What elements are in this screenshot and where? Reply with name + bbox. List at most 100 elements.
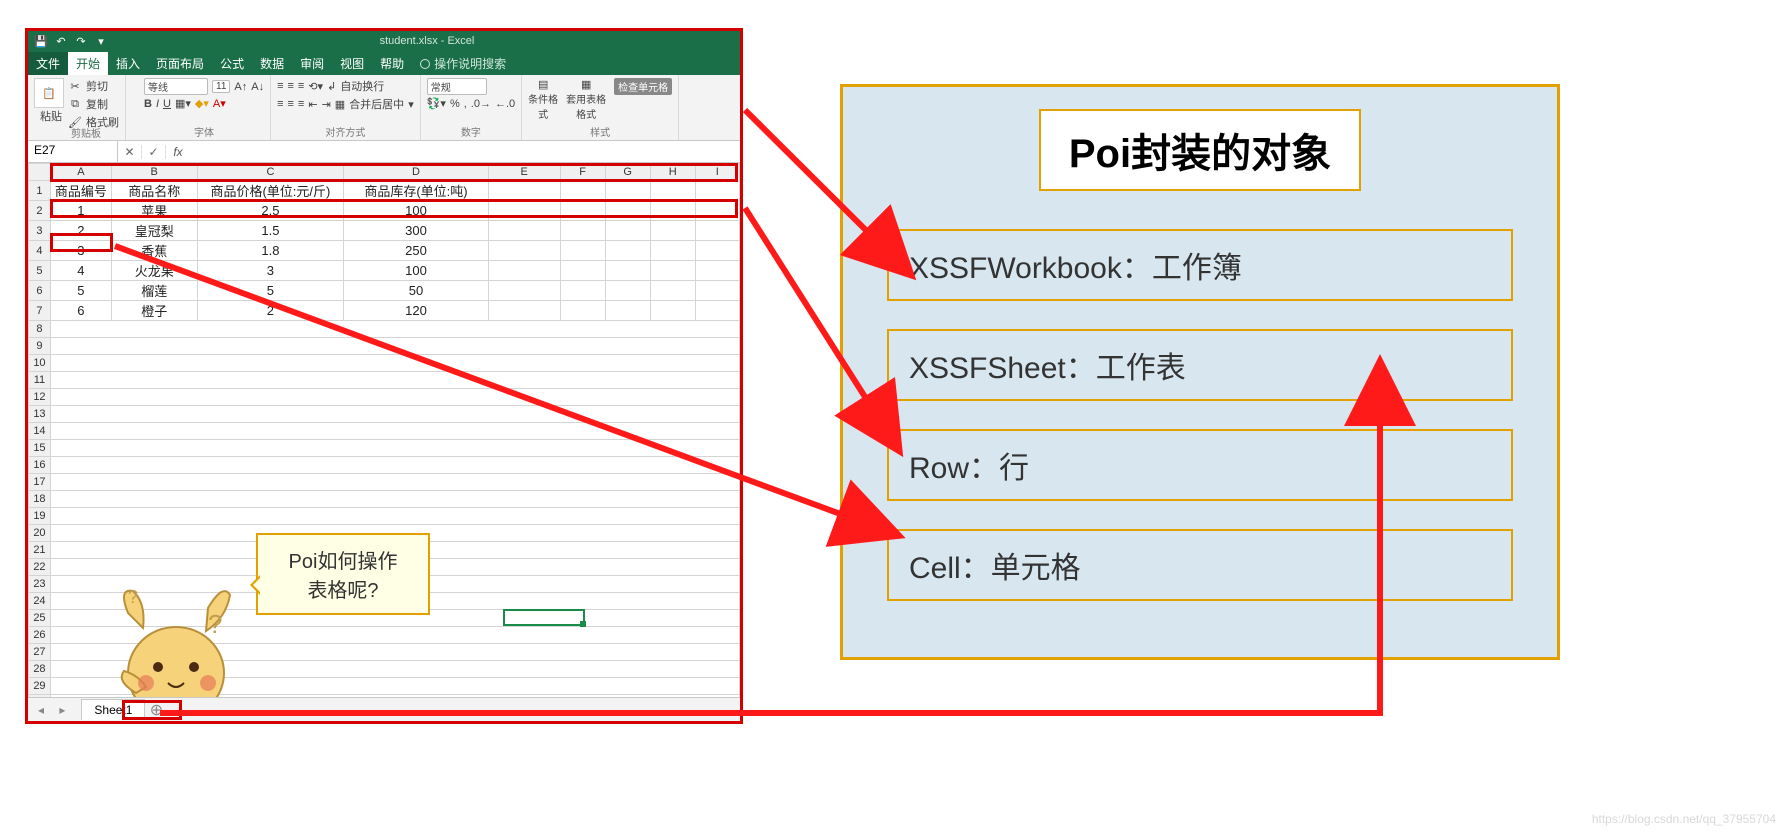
row-header[interactable]: 6	[29, 281, 51, 301]
cell[interactable]	[605, 201, 650, 221]
col-header[interactable]: H	[650, 164, 695, 181]
row-header[interactable]: 3	[29, 221, 51, 241]
row-header[interactable]: 27	[29, 644, 51, 661]
indent-left-icon[interactable]: ⇤	[308, 98, 317, 111]
cell[interactable]: 250	[344, 241, 488, 261]
cell[interactable]: 5	[197, 281, 344, 301]
paste-icon[interactable]: 📋	[34, 78, 64, 108]
cell[interactable]	[695, 181, 739, 201]
row-header[interactable]: 9	[29, 338, 51, 355]
orientation-icon[interactable]: ⟲▾	[308, 80, 323, 93]
col-header[interactable]: C	[197, 164, 344, 181]
cell[interactable]	[50, 457, 739, 474]
cell[interactable]	[560, 181, 605, 201]
col-header[interactable]: G	[605, 164, 650, 181]
cell[interactable]	[605, 241, 650, 261]
fill-color-button[interactable]: ◆▾	[195, 97, 209, 110]
cell[interactable]	[560, 281, 605, 301]
cell[interactable]: 6	[50, 301, 111, 321]
cell[interactable]	[695, 261, 739, 281]
fx-icon[interactable]: fx	[166, 145, 190, 159]
cell[interactable]	[50, 406, 739, 423]
wrap-text-button[interactable]: ↲自动换行	[327, 78, 384, 94]
align-bottom-icon[interactable]: ≡	[298, 80, 304, 92]
cell[interactable]: 50	[344, 281, 488, 301]
col-header[interactable]: D	[344, 164, 488, 181]
new-sheet-button[interactable]: ⊕	[145, 700, 167, 720]
percent-icon[interactable]: %	[450, 98, 460, 110]
merge-center-button[interactable]: ▦合并后居中▾	[335, 96, 414, 112]
tab-view[interactable]: 视图	[332, 52, 372, 75]
col-header[interactable]: I	[695, 164, 739, 181]
font-size-select[interactable]: 11	[212, 80, 230, 93]
row-header[interactable]: 4	[29, 241, 51, 261]
cell[interactable]: 商品编号	[50, 181, 111, 201]
cell[interactable]: 3	[197, 261, 344, 281]
cell[interactable]	[488, 181, 560, 201]
row-header[interactable]: 7	[29, 301, 51, 321]
cell[interactable]	[695, 281, 739, 301]
cell[interactable]	[50, 474, 739, 491]
cell[interactable]	[605, 301, 650, 321]
cell[interactable]	[605, 221, 650, 241]
redo-icon[interactable]: ↷	[74, 34, 88, 48]
increase-font-icon[interactable]: A↑	[234, 81, 247, 93]
cell[interactable]	[650, 241, 695, 261]
cell[interactable]	[695, 301, 739, 321]
cell[interactable]: 2	[197, 301, 344, 321]
row-header[interactable]: 22	[29, 559, 51, 576]
cell[interactable]	[650, 261, 695, 281]
qat-more-icon[interactable]: ▾	[94, 34, 108, 48]
row-header[interactable]: 16	[29, 457, 51, 474]
cell[interactable]	[695, 241, 739, 261]
row-header[interactable]: 23	[29, 576, 51, 593]
cell[interactable]	[650, 281, 695, 301]
cell[interactable]	[650, 181, 695, 201]
conditional-format-button[interactable]: ▤条件格式	[528, 78, 558, 121]
col-header[interactable]: B	[111, 164, 197, 181]
cell-styles-button[interactable]: 检查单元格	[614, 78, 672, 95]
row-header[interactable]: 19	[29, 508, 51, 525]
cell[interactable]: 商品库存(单位:吨)	[344, 181, 488, 201]
format-as-table-button[interactable]: ▦套用表格格式	[566, 78, 606, 121]
cell[interactable]: 榴莲	[111, 281, 197, 301]
cell[interactable]: 皇冠梨	[111, 221, 197, 241]
cell[interactable]: 1.8	[197, 241, 344, 261]
cell[interactable]	[605, 261, 650, 281]
cell[interactable]	[50, 355, 739, 372]
copy-button[interactable]: ⧉复制	[68, 96, 108, 112]
currency-icon[interactable]: 💱▾	[427, 97, 446, 110]
align-left-icon[interactable]: ≡	[277, 98, 283, 110]
cell[interactable]	[560, 261, 605, 281]
cut-button[interactable]: ✂剪切	[68, 78, 108, 94]
cell[interactable]	[50, 372, 739, 389]
font-color-button[interactable]: A▾	[213, 97, 226, 110]
cell[interactable]	[50, 389, 739, 406]
tab-formulas[interactable]: 公式	[212, 52, 252, 75]
row-header[interactable]: 11	[29, 372, 51, 389]
cell[interactable]	[695, 221, 739, 241]
cancel-fx-icon[interactable]: ✕	[118, 145, 142, 159]
decrease-decimal-icon[interactable]: ←.0	[495, 98, 515, 110]
cell[interactable]: 1	[50, 201, 111, 221]
cell[interactable]	[50, 321, 739, 338]
comma-icon[interactable]: ,	[464, 98, 467, 110]
cell[interactable]	[488, 301, 560, 321]
row-header[interactable]: 18	[29, 491, 51, 508]
cell[interactable]: 3	[50, 241, 111, 261]
sheet-tab[interactable]: Sheet1	[81, 699, 145, 720]
cell[interactable]	[50, 491, 739, 508]
cell[interactable]	[650, 201, 695, 221]
row-header[interactable]: 24	[29, 593, 51, 610]
cell[interactable]: 120	[344, 301, 488, 321]
align-right-icon[interactable]: ≡	[298, 98, 304, 110]
row-header[interactable]: 17	[29, 474, 51, 491]
row-header[interactable]: 15	[29, 440, 51, 457]
tab-tellme[interactable]: 操作说明搜索	[412, 52, 514, 75]
align-center-icon[interactable]: ≡	[288, 98, 294, 110]
enter-fx-icon[interactable]: ✓	[142, 145, 166, 159]
row-header[interactable]: 8	[29, 321, 51, 338]
cell[interactable]	[488, 261, 560, 281]
formula-input[interactable]	[190, 150, 740, 154]
cell[interactable]	[560, 241, 605, 261]
